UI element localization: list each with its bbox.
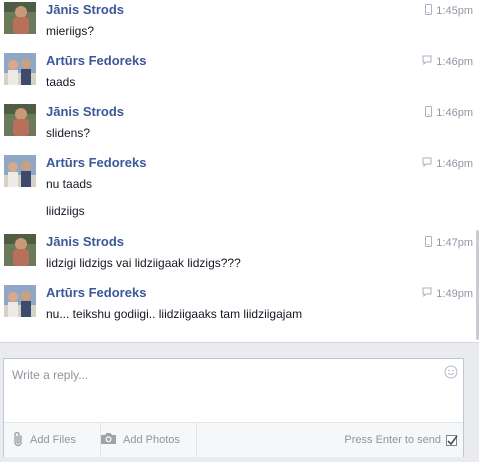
- reply-composer: Add Files Add Photos Press Enter to send: [3, 358, 464, 457]
- chat-icon: [422, 157, 432, 170]
- composer-toolbar: Add Files Add Photos Press Enter to send: [4, 422, 463, 457]
- message-timestamp: 1:47pm: [425, 236, 473, 250]
- checkmark-icon: [447, 435, 458, 445]
- add-files-label: Add Files: [30, 434, 76, 446]
- camera-icon: [100, 432, 117, 448]
- add-files-button[interactable]: Add Files: [12, 423, 101, 457]
- press-enter-label: Press Enter to send: [344, 434, 441, 446]
- paperclip-icon: [12, 431, 24, 450]
- mobile-icon: [425, 4, 433, 18]
- add-photos-button[interactable]: Add Photos: [100, 423, 197, 457]
- mobile-icon: [425, 236, 433, 250]
- message-text: taads: [46, 75, 76, 89]
- message-timestamp: 1:46pm: [422, 157, 473, 170]
- emoticon-icon[interactable]: [444, 365, 458, 382]
- timestamp-text: 1:46pm: [436, 157, 473, 170]
- message-text: lidzigi lidzigs vai lidziigaak lidzigs??…: [46, 256, 241, 270]
- timestamp-text: 1:49pm: [436, 287, 473, 300]
- sender-name[interactable]: Artūrs Fedoreks: [46, 155, 146, 170]
- message-timestamp: 1:46pm: [422, 55, 473, 68]
- press-enter-toggle[interactable]: Press Enter to send: [344, 423, 458, 457]
- message-thread[interactable]: Jānis Strods 1:45pm mieriigs? Artūrs Fed…: [0, 0, 479, 342]
- avatar[interactable]: [4, 234, 36, 266]
- composer-area: Add Files Add Photos Press Enter to send: [0, 342, 479, 462]
- press-enter-checkbox[interactable]: [446, 434, 458, 446]
- mobile-icon: [425, 106, 433, 120]
- timestamp-text: 1:47pm: [436, 237, 473, 249]
- avatar[interactable]: [4, 53, 36, 85]
- avatar[interactable]: [4, 104, 36, 136]
- avatar[interactable]: [4, 155, 36, 187]
- message-text: nu... teikshu godiigi.. liidziigaaks tam…: [46, 307, 303, 321]
- avatar[interactable]: [4, 285, 36, 317]
- sender-name[interactable]: Jānis Strods: [46, 2, 124, 17]
- timestamp-text: 1:45pm: [436, 5, 473, 17]
- message-text: mieriigs?: [46, 24, 95, 38]
- sender-name[interactable]: Jānis Strods: [46, 234, 124, 249]
- message-text: nu taads: [46, 177, 93, 191]
- message-timestamp: 1:49pm: [422, 287, 473, 300]
- reply-input[interactable]: [4, 359, 463, 421]
- message-timestamp: 1:45pm: [425, 4, 473, 18]
- sender-name[interactable]: Jānis Strods: [46, 104, 124, 119]
- timestamp-text: 1:46pm: [436, 55, 473, 68]
- sender-name[interactable]: Artūrs Fedoreks: [46, 53, 146, 68]
- chat-icon: [422, 55, 432, 68]
- add-photos-label: Add Photos: [123, 434, 180, 446]
- message-text: liidziigs: [46, 204, 85, 218]
- avatar[interactable]: [4, 2, 36, 34]
- sender-name[interactable]: Artūrs Fedoreks: [46, 285, 146, 300]
- chat-icon: [422, 287, 432, 300]
- message-text: slidens?: [46, 126, 91, 140]
- message-timestamp: 1:46pm: [425, 106, 473, 120]
- timestamp-text: 1:46pm: [436, 107, 473, 119]
